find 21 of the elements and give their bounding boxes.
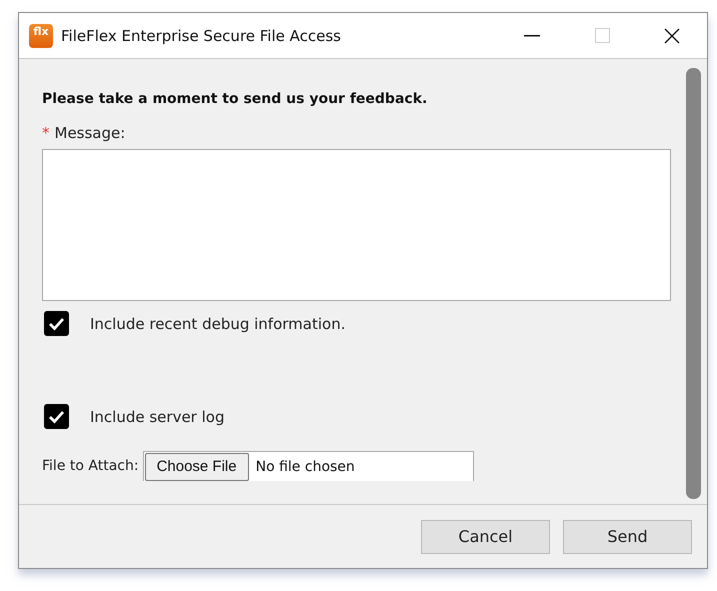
file-status: No file chosen (256, 458, 355, 474)
message-label: * Message: (42, 124, 126, 142)
checkmark-icon (48, 316, 65, 330)
file-input[interactable]: Choose File No file chosen (142, 451, 474, 481)
maximize-icon (594, 28, 610, 43)
checkmark-icon (48, 410, 65, 424)
feedback-heading: Please take a moment to send us your feedback. (42, 91, 428, 107)
scrollbar-thumb[interactable] (686, 68, 701, 499)
send-button[interactable]: Send (563, 520, 692, 554)
file-label: File to Attach: (42, 458, 139, 474)
app-logo: flx (29, 24, 53, 48)
minimize-icon (524, 34, 540, 36)
checkbox[interactable] (44, 404, 69, 429)
checkbox-label: Include server log (90, 408, 224, 426)
message-field[interactable] (42, 149, 671, 301)
choose-file-button[interactable]: Choose File (144, 452, 249, 480)
checkbox[interactable] (44, 311, 69, 336)
window-title: FileFlex Enterprise Secure File Access (61, 26, 342, 44)
close-icon (664, 28, 680, 44)
checkbox-label: Include recent debug information. (90, 314, 346, 332)
cancel-button[interactable]: Cancel (421, 520, 550, 554)
